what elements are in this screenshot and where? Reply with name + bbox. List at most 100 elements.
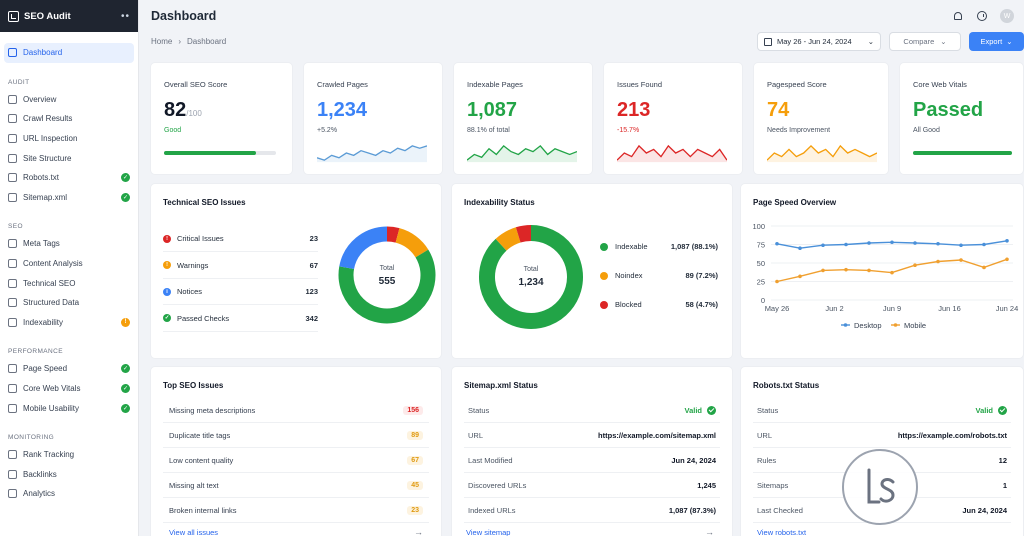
data-point [982, 242, 986, 247]
kpi-card: Pagespeed Score 74 Needs Improvement [753, 62, 889, 175]
sparkline [317, 145, 427, 163]
kpi-card: Core Web Vitals Passed All Good [899, 62, 1024, 175]
indexability-name: Blocked [615, 300, 642, 309]
bell-icon[interactable] [952, 11, 963, 22]
sidebar-collapse-icon[interactable]: •• [121, 11, 130, 22]
sidebar-item-label: Indexability [23, 317, 64, 327]
top-issues-card: Top SEO Issues Missing meta descriptions… [150, 366, 442, 536]
sitemap-card: Sitemap.xml Status Status Valid URL https:/… [451, 366, 733, 536]
view-sitemap-link[interactable]: View sitemap [466, 528, 510, 536]
sidebar-item-url-inspection[interactable]: URL Inspection [0, 129, 138, 149]
issue-count: 123 [305, 287, 318, 296]
data-point [867, 268, 871, 273]
warning-icon: ! [121, 317, 130, 327]
card-title: Indexability Status [464, 198, 535, 207]
arrow-right-icon[interactable]: → [414, 527, 423, 536]
kpi-card: Indexable Pages 1,087 88.1% of total [453, 62, 593, 175]
issue-row[interactable]: ! Warnings 67 [163, 253, 318, 279]
data-point [798, 246, 802, 250]
sidebar-item-indexability[interactable]: Indexability! [0, 313, 138, 333]
progress-track [164, 151, 276, 155]
list-item[interactable]: Missing meta descriptions 156 [163, 398, 429, 423]
menu-icon [8, 94, 17, 104]
list-item[interactable]: Duplicate title tags 89 [163, 423, 429, 448]
indexability-row[interactable]: Blocked 58 (4.7%) [600, 300, 718, 309]
nav-section-title: MONITORING [8, 433, 55, 441]
issue-count: 23 [309, 234, 318, 243]
view-robots-link[interactable]: View robots.txt [757, 528, 806, 536]
sidebar-item-robots-txt[interactable]: Robots.txt ✓ [0, 168, 138, 188]
kpi-value-suffix: /100 [186, 109, 202, 118]
technical-donut-slice [386, 226, 400, 243]
detail-key: Status [468, 405, 490, 415]
brand-title: SEO Audit [24, 10, 71, 22]
sidebar-item-dashboard[interactable]: Dashboard [4, 43, 134, 63]
check-icon: ✓ [121, 403, 130, 413]
issue-count-badge: 89 [407, 430, 423, 440]
issue-name: Critical Issues [177, 234, 224, 243]
date-range-picker[interactable]: May 26 - Jun 24, 2024 ⌄ [757, 32, 881, 51]
issue-count: 342 [305, 313, 318, 323]
data-point [821, 243, 825, 248]
list-item[interactable]: Missing alt text 45 [163, 473, 429, 498]
help-icon[interactable] [976, 11, 987, 22]
sidebar-item-technical-seo[interactable]: Technical SEO [0, 273, 138, 293]
issue-row[interactable]: i Notices 123 [163, 279, 318, 305]
issue-name: Passed Checks [177, 313, 230, 323]
breadcrumb: Home › Dashboard [151, 37, 226, 46]
sidebar-item-meta-tags[interactable]: Meta Tags [0, 234, 138, 254]
export-button[interactable]: Export ⌄ [969, 32, 1024, 51]
data-point [959, 243, 963, 248]
donut-total-label: Total [523, 266, 539, 273]
check-icon: ✓ [121, 364, 130, 374]
sidebar-item-core-web-vitals[interactable]: Core Web Vitals ✓ [0, 379, 138, 399]
data-point [936, 259, 940, 264]
sidebar-item-mobile-usability[interactable]: Mobile Usability ✓ [0, 398, 138, 418]
sidebar-item-content-analysis[interactable]: Content Analysis [0, 254, 138, 274]
indexability-row[interactable]: Noindex 89 (7.2%) [600, 271, 718, 280]
page-speed-card: Page Speed Overview 100 75 50 25 0 May 26 Jun … [740, 183, 1024, 359]
sidebar-item-crawl-results[interactable]: Crawl Results [0, 109, 138, 129]
menu-icon [8, 259, 17, 269]
check-icon [707, 405, 716, 415]
data-point [982, 265, 986, 270]
status-dot-icon: ✓ [163, 314, 171, 322]
status-dot-icon [600, 242, 608, 251]
sidebar-item-rank-tracking[interactable]: Rank Tracking [0, 445, 138, 465]
detail-value-text: Valid [684, 405, 702, 415]
sidebar-item-backlinks[interactable]: Backlinks [0, 465, 138, 485]
data-point [775, 279, 779, 284]
indexability-donut-slice [495, 227, 521, 251]
issue-name: Broken internal links [169, 505, 237, 515]
sidebar-item-page-speed[interactable]: Page Speed ✓ [0, 359, 138, 379]
sidebar-item-label: Overview [23, 94, 57, 104]
avatar[interactable]: W [1000, 9, 1014, 23]
calendar-icon [764, 37, 772, 46]
detail-value: Valid [975, 405, 1007, 415]
kpi-value-text: 1,087 [467, 99, 518, 121]
arrow-right-icon[interactable]: → [705, 527, 714, 536]
view-all-issues-link[interactable]: View all issues [169, 528, 218, 536]
detail-value-text: Jun 24, 2024 [671, 455, 716, 465]
sidebar-item-overview[interactable]: Overview [0, 90, 138, 110]
breadcrumb-home[interactable]: Home [151, 37, 172, 46]
sidebar-item-analytics[interactable]: Analytics [0, 484, 138, 504]
sidebar-item-structured-data[interactable]: Structured Data [0, 293, 138, 313]
kpi-label: Indexable Pages [467, 80, 523, 89]
menu-icon [8, 239, 17, 249]
compare-button[interactable]: Compare ⌄ [889, 32, 961, 51]
sidebar-item-site-structure[interactable]: Site Structure [0, 148, 138, 168]
check-icon: ✓ [121, 384, 130, 394]
issue-count-badge: 156 [403, 405, 423, 415]
issue-row[interactable]: ✓ Passed Checks 342 [163, 306, 318, 332]
menu-icon [8, 489, 17, 499]
detail-value: Jun 24, 2024 [962, 506, 1007, 515]
issue-name: Low content quality [169, 455, 234, 465]
check-icon: ✓ [121, 173, 130, 183]
issue-row[interactable]: ! Critical Issues 23 [163, 226, 318, 252]
indexability-row[interactable]: Indexable 1,087 (88.1%) [600, 242, 718, 251]
list-item[interactable]: Low content quality 67 [163, 448, 429, 473]
sidebar-item-sitemap-xml[interactable]: Sitemap.xml ✓ [0, 188, 138, 208]
kpi-value-text: Passed [913, 99, 984, 121]
list-item[interactable]: Broken internal links 23 [163, 498, 429, 523]
